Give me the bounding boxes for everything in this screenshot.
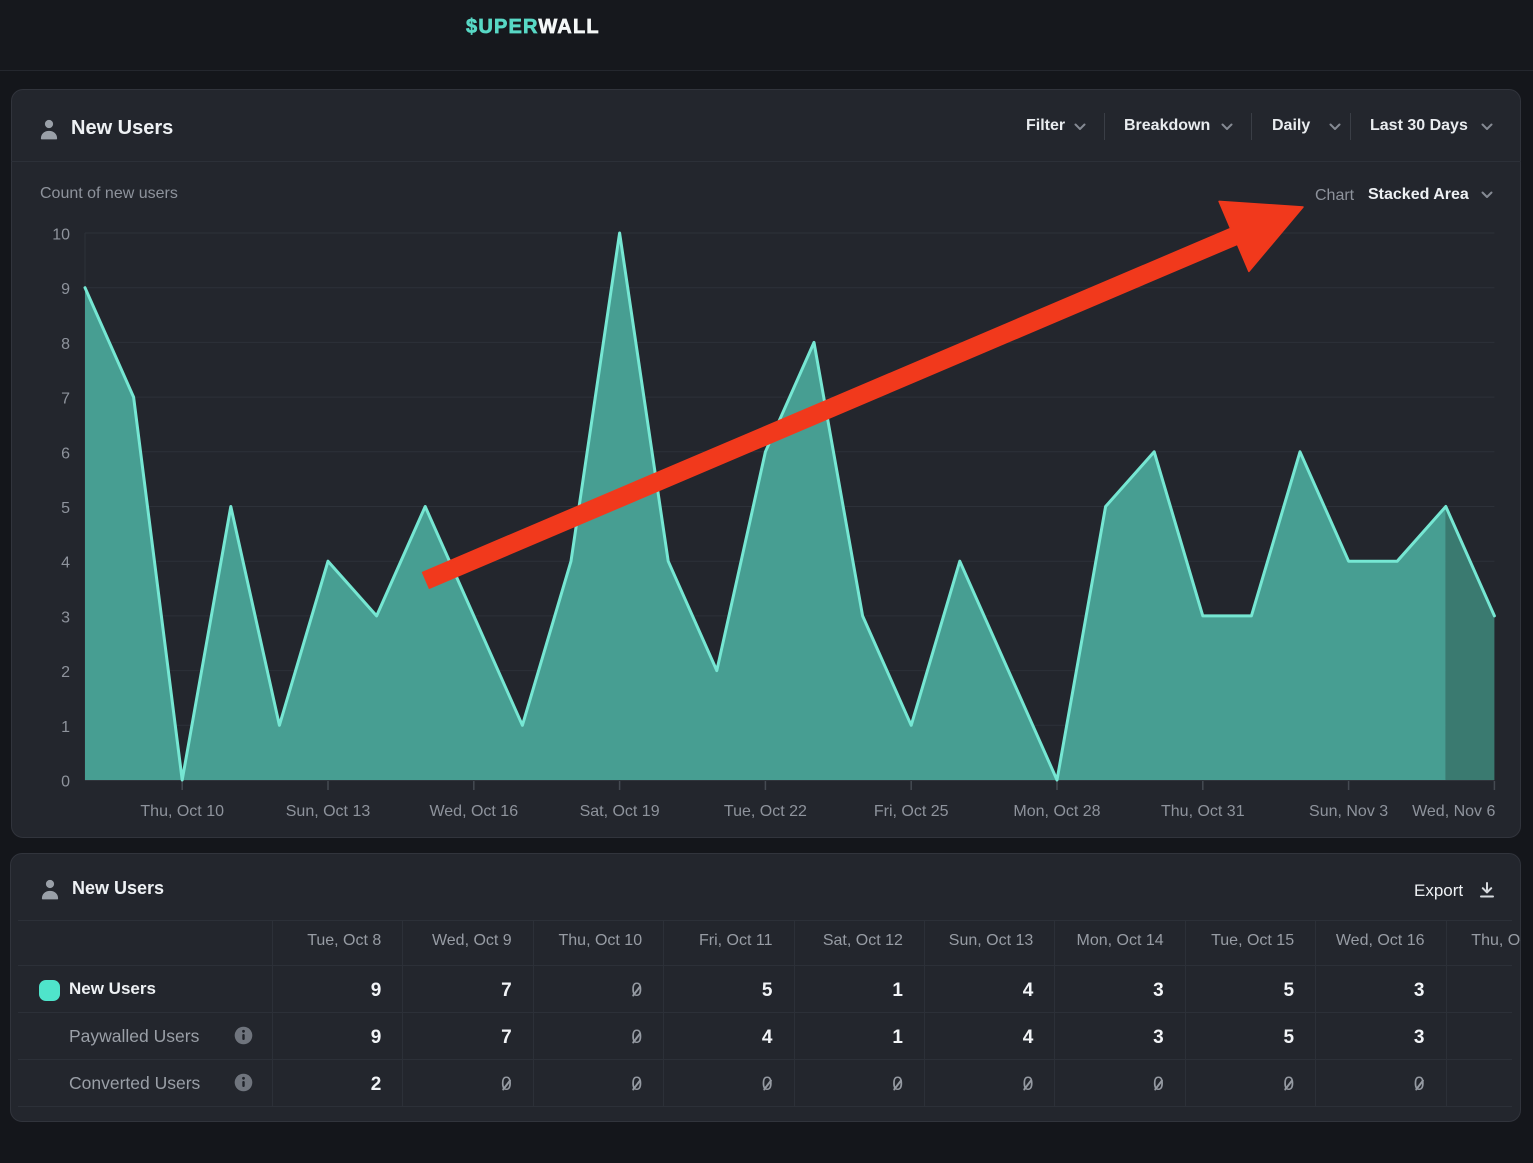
svg-text:10: 10 xyxy=(52,227,70,244)
svg-text:7: 7 xyxy=(61,391,70,408)
svg-text:3: 3 xyxy=(61,609,70,626)
svg-text:9: 9 xyxy=(61,281,70,298)
svg-text:2: 2 xyxy=(61,664,70,681)
svg-text:5: 5 xyxy=(61,500,70,517)
svg-text:8: 8 xyxy=(61,336,70,353)
svg-text:Thu, Oct 10: Thu, Oct 10 xyxy=(140,803,224,820)
svg-text:Wed, Oct 16: Wed, Oct 16 xyxy=(429,803,518,820)
svg-text:Sat, Oct 19: Sat, Oct 19 xyxy=(580,803,660,820)
svg-text:Thu, Oct 31: Thu, Oct 31 xyxy=(1161,803,1245,820)
svg-text:Tue, Oct 22: Tue, Oct 22 xyxy=(724,803,807,820)
svg-text:Mon, Oct 28: Mon, Oct 28 xyxy=(1013,803,1100,820)
svg-text:Sun, Oct 13: Sun, Oct 13 xyxy=(286,803,371,820)
svg-text:Sun, Nov 3: Sun, Nov 3 xyxy=(1309,803,1388,820)
svg-text:0: 0 xyxy=(61,774,70,791)
svg-text:Wed, Nov 6: Wed, Nov 6 xyxy=(1412,803,1495,820)
svg-text:Fri, Oct 25: Fri, Oct 25 xyxy=(874,803,949,820)
svg-text:1: 1 xyxy=(61,719,70,736)
svg-text:4: 4 xyxy=(61,555,70,572)
svg-text:6: 6 xyxy=(61,445,70,462)
